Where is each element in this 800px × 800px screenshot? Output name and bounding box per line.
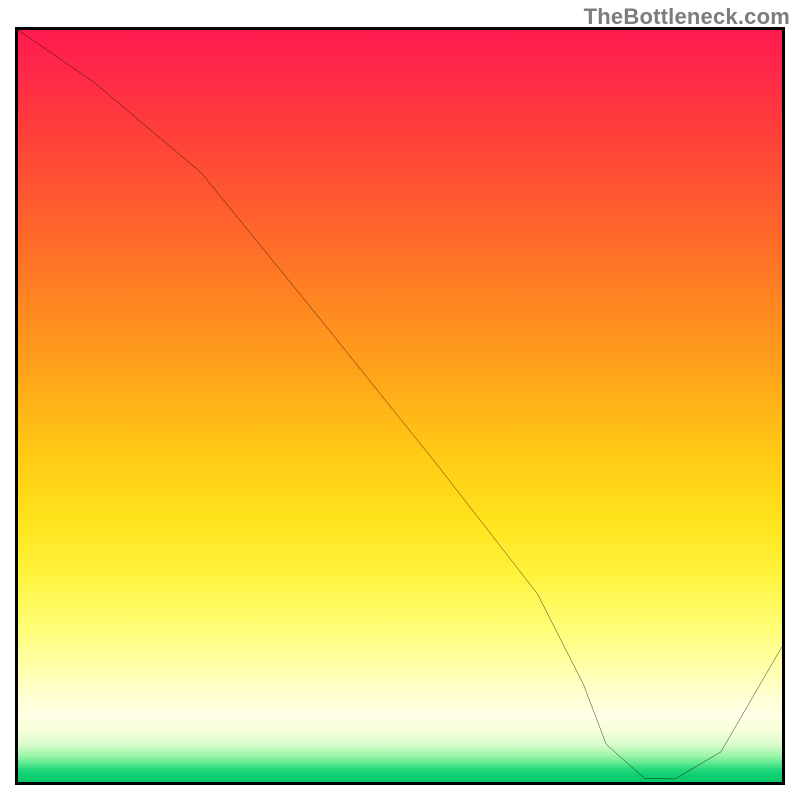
line-path [18, 30, 782, 779]
plot-frame [15, 27, 785, 785]
plot-area [18, 30, 782, 782]
chart-page: TheBottleneck.com [0, 0, 800, 800]
bottleneck-line-series [18, 30, 782, 782]
